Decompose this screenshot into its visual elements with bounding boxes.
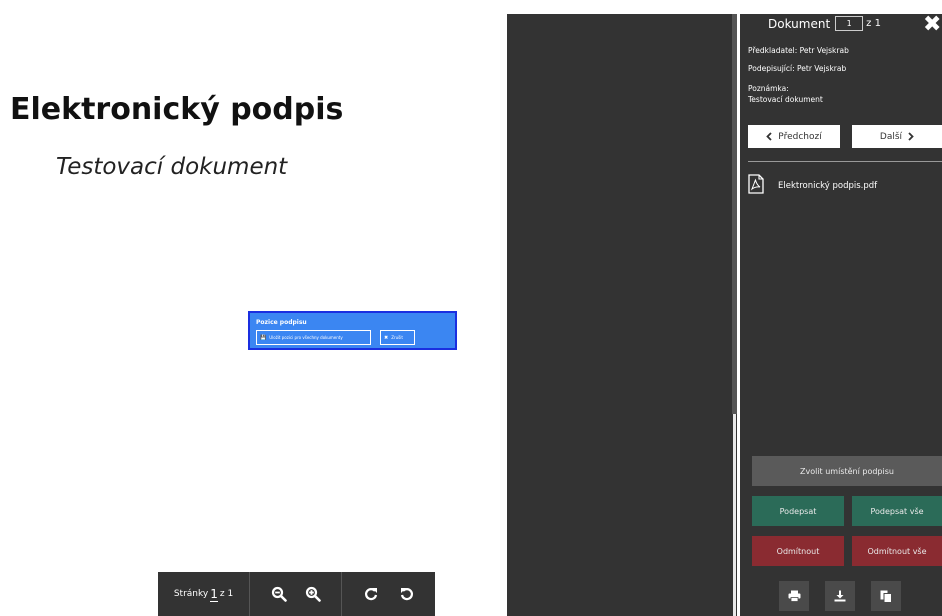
page-number-input[interactable]: 1 (210, 587, 218, 602)
note-label: Poznámka: (748, 84, 789, 93)
download-button[interactable] (825, 581, 855, 611)
document-number-input[interactable]: 1 (835, 16, 864, 31)
rotate-controls (342, 572, 435, 616)
print-icon (788, 590, 800, 602)
signer-info: Podepisující: Petr Vejskrab (748, 64, 847, 73)
save-position-label: Uložit pozici pro všechny dokumenty (269, 335, 343, 340)
sign-button[interactable]: Podepsat (752, 496, 844, 526)
chevron-left-icon (766, 132, 772, 141)
save-icon: 💾 (260, 334, 267, 341)
page-of-label: z 1 (219, 589, 234, 599)
scrollbar-thumb[interactable] (732, 14, 737, 414)
next-button[interactable]: Další (852, 125, 942, 148)
rotate-clockwise-icon[interactable] (364, 587, 378, 601)
previous-button[interactable]: Předchozí (748, 125, 840, 148)
reject-all-button[interactable]: Odmítnout vše (852, 536, 942, 566)
cancel-position-label: Zrušit (391, 335, 403, 340)
file-name-link[interactable]: Elektronický podpis.pdf (778, 181, 877, 191)
pages-label: Stránky (173, 589, 209, 599)
copy-icon (880, 590, 892, 603)
document-title: Elektronický podpis (10, 92, 344, 127)
choose-signature-position-button[interactable]: Zvolit umístění podpisu (752, 456, 942, 486)
page-indicator: Stránky 1 z 1 (158, 572, 250, 616)
download-icon (834, 590, 846, 602)
document-total: z 1 (866, 18, 881, 29)
signing-sidebar: Dokument 1 z 1 ✖ Předkladatel: Petr Vejs… (740, 14, 942, 616)
close-icon[interactable]: ✖ (923, 14, 941, 36)
viewer-toolbar: Stránky 1 z 1 (158, 572, 435, 616)
zoom-controls (250, 572, 342, 616)
copy-button[interactable] (871, 581, 901, 611)
reject-button[interactable]: Odmítnout (752, 536, 844, 566)
close-icon: ✖ (384, 334, 389, 341)
cancel-position-button[interactable]: ✖ Zrušit (380, 330, 415, 345)
next-label: Další (879, 131, 903, 142)
document-counter: Dokument 1 z 1 (768, 16, 881, 31)
rotate-counterclockwise-icon[interactable] (400, 587, 414, 601)
sign-all-button[interactable]: Podepsat vše (852, 496, 942, 526)
zoom-in-icon[interactable] (305, 586, 321, 602)
document-label: Dokument (768, 16, 831, 31)
pdf-file-icon (748, 174, 764, 198)
document-subtitle: Testovací dokument (56, 154, 288, 180)
print-button[interactable] (779, 581, 809, 611)
submitter-info: Předkladatel: Petr Vejskrab (748, 46, 849, 55)
previous-label: Předchozí (778, 131, 822, 142)
zoom-out-icon[interactable] (271, 586, 287, 602)
viewer-gutter (507, 14, 737, 616)
signature-box-title: Pozice podpisu (256, 319, 307, 326)
sidebar-divider (748, 161, 942, 162)
chevron-right-icon (908, 132, 914, 141)
note-value: Testovací dokument (748, 95, 823, 104)
save-position-button[interactable]: 💾 Uložit pozici pro všechny dokumenty (256, 330, 371, 345)
signature-position-box[interactable]: Pozice podpisu 💾 Uložit pozici pro všech… (248, 311, 457, 350)
scrollbar-track[interactable] (733, 414, 736, 616)
